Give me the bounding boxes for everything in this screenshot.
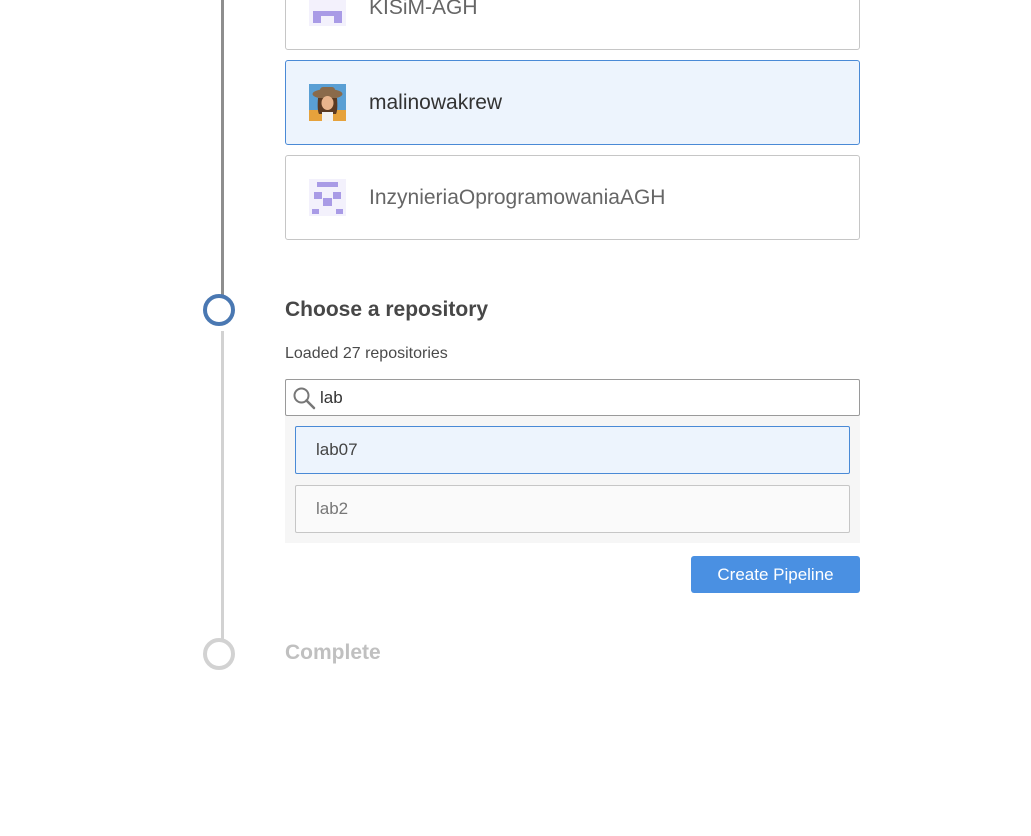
search-icon [292, 386, 316, 410]
step-indicator-pending [203, 638, 235, 670]
org-name: KISiM-AGH [369, 0, 478, 19]
step-title-complete: Complete [285, 641, 381, 664]
org-card-inzynieria-oprogramowania-agh[interactable]: InzynieriaOprogramowaniaAGH [285, 155, 860, 240]
repositories-loaded-status: Loaded 27 repositories [285, 345, 448, 362]
repository-item-lab07[interactable]: lab07 [295, 426, 850, 474]
repository-search-box[interactable] [285, 379, 860, 416]
pipeline-wizard: KISiM-AGH malinowakrew InzynieriaOprogra… [0, 0, 1031, 836]
kisim-agh-identicon-icon [309, 0, 346, 26]
repository-search-input[interactable] [320, 380, 850, 415]
inzynieria-identicon-icon [309, 179, 346, 216]
org-name: InzynieriaOprogramowaniaAGH [369, 185, 666, 209]
step-indicator-active [203, 294, 235, 326]
org-name: malinowakrew [369, 90, 503, 114]
repository-item-lab2[interactable]: lab2 [295, 485, 850, 533]
create-pipeline-button[interactable]: Create Pipeline [691, 556, 860, 593]
step-title-choose-repository: Choose a repository [285, 298, 489, 321]
timeline-line-completed [221, 0, 224, 296]
timeline-line-pending [221, 331, 224, 640]
repository-list: lab07 lab2 [285, 416, 860, 543]
org-card-malinowakrew[interactable]: malinowakrew [285, 60, 860, 145]
org-card-kisim-agh[interactable]: KISiM-AGH [285, 0, 860, 50]
malinowakrew-avatar-icon [309, 84, 346, 121]
